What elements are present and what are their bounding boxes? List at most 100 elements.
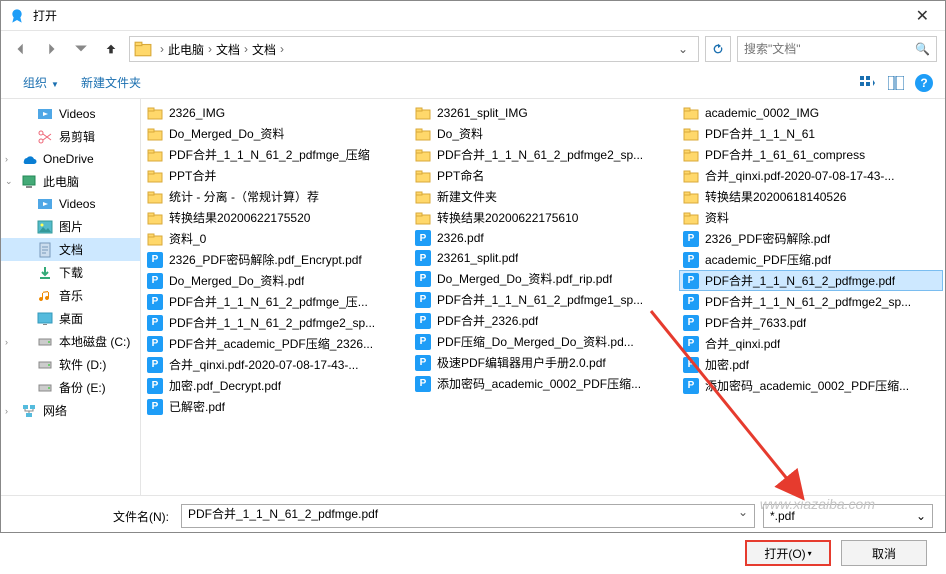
file-item[interactable]: Pacademic_PDF压缩.pdf — [679, 249, 943, 270]
file-item[interactable]: P2326_PDF密码解除.pdf_Encrypt.pdf — [143, 249, 407, 270]
file-item[interactable]: PPDF合并_1_1_N_61_2_pdfmge.pdf — [679, 270, 943, 291]
file-item[interactable]: PPDF合并_1_1_N_61_2_pdfmge2_sp... — [679, 291, 943, 312]
breadcrumb-item[interactable]: 此电脑 — [168, 41, 204, 58]
sidebar-item[interactable]: Videos — [1, 193, 140, 215]
file-item[interactable]: PDo_Merged_Do_资料.pdf_rip.pdf — [411, 268, 675, 289]
sidebar-item[interactable]: 文档 — [1, 238, 140, 261]
sidebar-item[interactable]: ›网络 — [1, 399, 140, 422]
file-list[interactable]: 2326_IMGDo_Merged_Do_资料PDF合并_1_1_N_61_2_… — [141, 99, 945, 495]
breadcrumb-item[interactable]: 文档 — [252, 41, 276, 58]
folder-item[interactable]: PPT合并 — [143, 165, 407, 186]
file-item[interactable]: PPDF合并_1_1_N_61_2_pdfmge_压... — [143, 291, 407, 312]
view-options[interactable] — [859, 74, 877, 92]
folder-item[interactable]: 转换结果20200622175610 — [411, 207, 675, 228]
sidebar-item[interactable]: 图片 — [1, 215, 140, 238]
breadcrumb-item[interactable]: 文档 — [216, 41, 240, 58]
tree-caret-icon[interactable]: ⌄ — [5, 176, 13, 187]
search-box[interactable]: 🔍 — [737, 36, 937, 62]
preview-pane-toggle[interactable] — [887, 74, 905, 92]
file-item[interactable]: P2326.pdf — [411, 228, 675, 248]
help-button[interactable]: ? — [915, 74, 933, 92]
nav-forward[interactable] — [39, 37, 63, 61]
file-item[interactable]: P添加密码_academic_0002_PDF压缩... — [411, 373, 675, 394]
file-item[interactable]: P合并_qinxi.pdf-2020-07-08-17-43-... — [143, 354, 407, 375]
video-icon — [37, 196, 53, 212]
file-item[interactable]: P加密.pdf_Decrypt.pdf — [143, 375, 407, 396]
file-item[interactable]: PPDF压缩_Do_Merged_Do_资料.pd... — [411, 331, 675, 352]
open-button[interactable]: 打开(O)▾ — [745, 540, 831, 566]
breadcrumb-dropdown[interactable]: ⌄ — [672, 42, 694, 56]
chevron-icon: › — [160, 42, 164, 56]
sidebar-item[interactable]: 音乐 — [1, 284, 140, 307]
cancel-button[interactable]: 取消 — [841, 540, 927, 566]
filename-combobox[interactable]: PDF合并_1_1_N_61_2_pdfmge.pdf ⌄ — [181, 504, 755, 528]
file-name: 2326_IMG — [169, 106, 225, 120]
close-button[interactable]: ✕ — [908, 2, 937, 30]
folder-item[interactable]: 资料 — [679, 207, 943, 228]
organize-menu[interactable]: 组织▼ — [13, 70, 69, 95]
folder-item[interactable]: 2326_IMG — [143, 103, 407, 123]
sidebar-item[interactable]: 下载 — [1, 261, 140, 284]
file-item[interactable]: PPDF合并_7633.pdf — [679, 312, 943, 333]
sidebar-item[interactable]: 易剪辑 — [1, 125, 140, 148]
folder-item[interactable]: 23261_split_IMG — [411, 103, 675, 123]
folder-item[interactable]: 统计 - 分离 -（常规计算）荐 — [143, 186, 407, 207]
folder-item[interactable]: 资料_0 — [143, 228, 407, 249]
file-item[interactable]: P23261_split.pdf — [411, 248, 675, 268]
folder-item[interactable]: 合并_qinxi.pdf-2020-07-08-17-43-... — [679, 165, 943, 186]
sidebar-item[interactable]: ›OneDrive — [1, 148, 140, 170]
file-item[interactable]: PPDF合并_academic_PDF压缩_2326... — [143, 333, 407, 354]
file-item[interactable]: PPDF合并_2326.pdf — [411, 310, 675, 331]
tree-caret-icon[interactable]: › — [5, 406, 8, 416]
tree-caret-icon[interactable]: › — [5, 337, 8, 347]
sidebar-item[interactable]: 软件 (D:) — [1, 353, 140, 376]
folder-item[interactable]: 转换结果20200618140526 — [679, 186, 943, 207]
file-name: PDF合并_1_1_N_61_2_pdfmge2_sp... — [169, 314, 375, 331]
nav-recent[interactable] — [69, 37, 93, 61]
file-item[interactable]: PPDF合并_1_1_N_61_2_pdfmge2_sp... — [143, 312, 407, 333]
folder-item[interactable]: PDF合并_1_1_N_61_2_pdfmge2_sp... — [411, 144, 675, 165]
new-folder-button[interactable]: 新建文件夹 — [71, 70, 151, 95]
sidebar-label: 图片 — [59, 218, 83, 235]
file-name: 添加密码_academic_0002_PDF压缩... — [705, 377, 909, 394]
file-item[interactable]: P加密.pdf — [679, 354, 943, 375]
file-name: 合并_qinxi.pdf-2020-07-08-17-43-... — [705, 167, 894, 184]
sidebar-item[interactable]: 桌面 — [1, 307, 140, 330]
sidebar-item[interactable]: 备份 (E:) — [1, 376, 140, 399]
sidebar-item[interactable]: Videos — [1, 103, 140, 125]
folder-item[interactable]: PDF合并_1_1_N_61_2_pdfmge_压缩 — [143, 144, 407, 165]
nav-up[interactable] — [99, 37, 123, 61]
file-item[interactable]: PPDF合并_1_1_N_61_2_pdfmge1_sp... — [411, 289, 675, 310]
folder-item[interactable]: PDF合并_1_1_N_61 — [679, 123, 943, 144]
video-icon — [37, 106, 53, 122]
file-item[interactable]: P合并_qinxi.pdf — [679, 333, 943, 354]
nav-back[interactable] — [9, 37, 33, 61]
refresh-button[interactable] — [705, 36, 731, 62]
folder-item[interactable]: 新建文件夹 — [411, 186, 675, 207]
file-item[interactable]: P已解密.pdf — [143, 396, 407, 417]
search-input[interactable] — [744, 42, 915, 56]
folder-item[interactable]: PPT命名 — [411, 165, 675, 186]
folder-item[interactable]: Do_资料 — [411, 123, 675, 144]
folder-item[interactable]: 转换结果20200622175520 — [143, 207, 407, 228]
folder-item[interactable]: academic_0002_IMG — [679, 103, 943, 123]
desktop-icon — [37, 311, 53, 327]
body-area: Videos易剪辑›OneDrive⌄此电脑Videos图片文档下载音乐桌面›本… — [1, 99, 945, 495]
sidebar-label: 文档 — [59, 241, 83, 258]
sidebar-label: 音乐 — [59, 287, 83, 304]
breadcrumb[interactable]: › 此电脑 › 文档 › 文档 › ⌄ — [129, 36, 699, 62]
file-name: 资料 — [705, 209, 729, 226]
file-item[interactable]: P2326_PDF密码解除.pdf — [679, 228, 943, 249]
tree-caret-icon[interactable]: › — [5, 154, 8, 164]
sidebar-item[interactable]: ›本地磁盘 (C:) — [1, 330, 140, 353]
file-item[interactable]: P极速PDF编辑器用户手册2.0.pdf — [411, 352, 675, 373]
file-filter-combobox[interactable]: *.pdf ⌄ — [763, 504, 933, 528]
folder-item[interactable]: PDF合并_1_61_61_compress — [679, 144, 943, 165]
file-item[interactable]: P添加密码_academic_0002_PDF压缩... — [679, 375, 943, 396]
file-item[interactable]: PDo_Merged_Do_资料.pdf — [143, 270, 407, 291]
file-name: 2326_PDF密码解除.pdf — [705, 230, 830, 247]
scissors-icon — [37, 129, 53, 145]
file-name: academic_0002_IMG — [705, 106, 819, 120]
folder-item[interactable]: Do_Merged_Do_资料 — [143, 123, 407, 144]
sidebar-item[interactable]: ⌄此电脑 — [1, 170, 140, 193]
